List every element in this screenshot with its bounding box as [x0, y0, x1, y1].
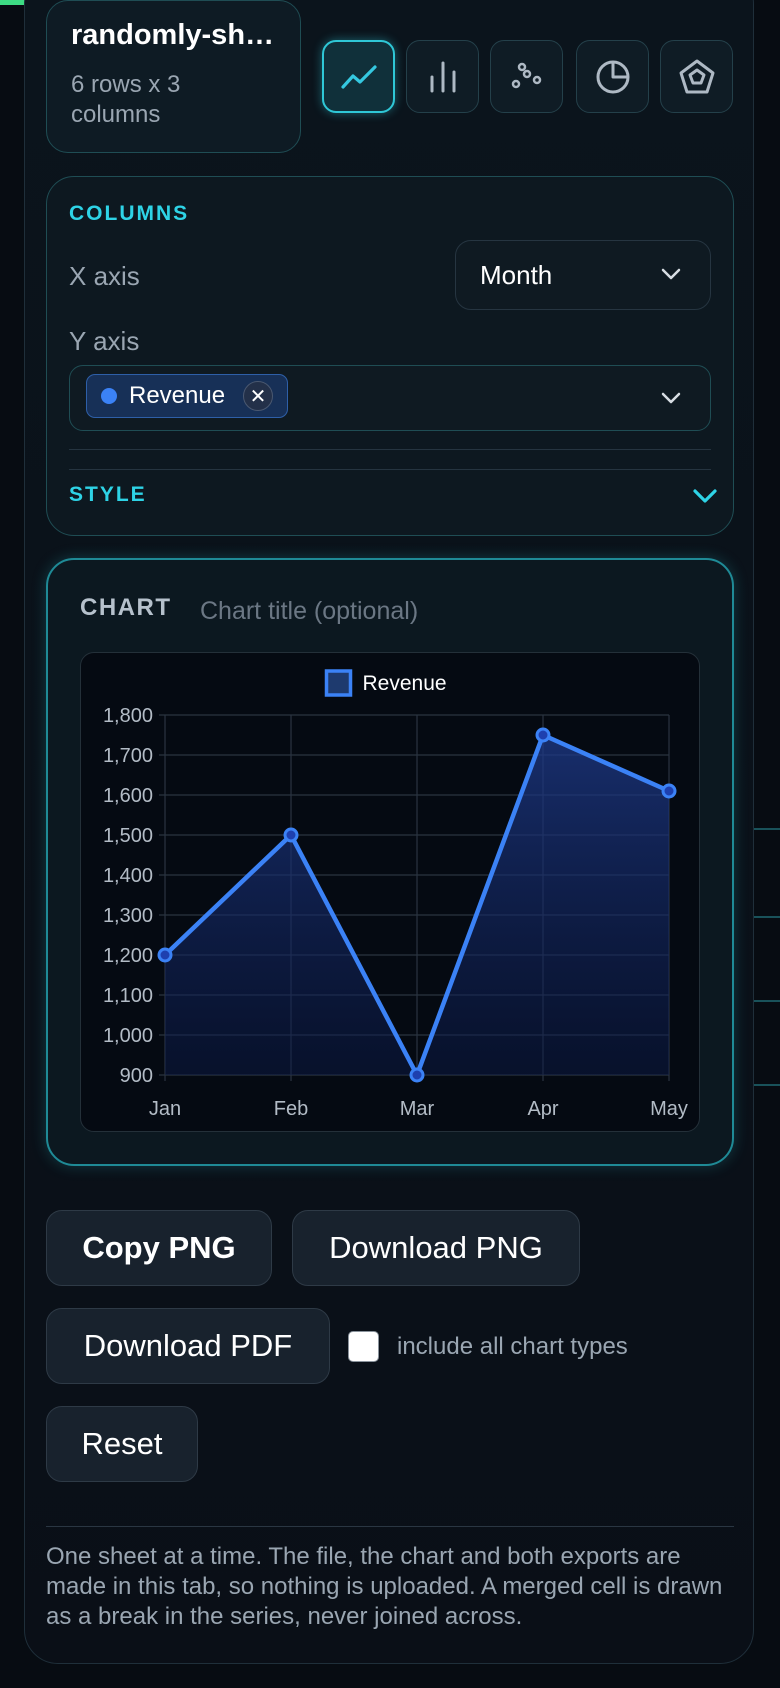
- data-point: [409, 1067, 425, 1083]
- footer-note: One sheet at a time. The file, the chart…: [46, 1543, 723, 1630]
- divider: [69, 469, 711, 470]
- chart-card: CHART 900 1,000 1,100 1,200 1,300 1,400 1,500 1…: [46, 558, 734, 1166]
- y-tick-label: 1,200: [103, 945, 153, 967]
- file-name: randomly-sh…: [71, 19, 275, 51]
- chevron-down-icon[interactable]: [692, 487, 718, 505]
- data-point: [157, 947, 173, 963]
- chevron-down-icon: [661, 268, 681, 280]
- chip-label: Revenue: [129, 382, 226, 409]
- chart-type-bar-button[interactable]: [406, 40, 479, 113]
- x-tick-label: Mar: [400, 1098, 435, 1120]
- bar-chart-icon: [430, 61, 455, 92]
- scatter-chart-icon: [511, 62, 541, 88]
- side-decoration: [752, 916, 780, 918]
- chart-type-pie-button[interactable]: [576, 40, 649, 113]
- columns-section-title: COLUMNS: [69, 202, 190, 225]
- y-axis-multiselect[interactable]: Revenue ✕: [69, 365, 711, 431]
- divider: [69, 449, 711, 450]
- y-tick-label: 1,100: [103, 985, 153, 1007]
- data-point: [535, 727, 551, 743]
- download-pdf-button[interactable]: Download PDF: [46, 1308, 330, 1384]
- side-decoration: [752, 828, 780, 830]
- y-axis-chip-revenue: Revenue ✕: [86, 374, 288, 418]
- file-dimensions: 6 rows x 3 columns: [71, 71, 181, 128]
- data-point: [661, 783, 677, 799]
- pie-chart-icon: [596, 60, 629, 93]
- series-color-dot: [101, 388, 117, 404]
- y-tick-label: 1,700: [103, 745, 153, 767]
- chart-title-input[interactable]: [198, 590, 682, 632]
- x-tick-label: Apr: [527, 1098, 558, 1120]
- chart-type-scatter-button[interactable]: [490, 40, 563, 113]
- include-all-chart-types-checkbox[interactable]: [348, 1331, 379, 1362]
- side-decoration: [752, 1000, 780, 1002]
- y-tick-label: 1,000: [103, 1025, 153, 1047]
- side-decoration: [752, 1084, 780, 1086]
- y-tick-label: 1,500: [103, 825, 153, 847]
- x-axis-selected-value: Month: [480, 259, 553, 290]
- line-chart: 900 1,000 1,100 1,200 1,300 1,400 1,500 1,600 1,…: [103, 669, 688, 1120]
- y-axis-label: Y axis: [69, 326, 140, 356]
- chart-section-label: CHART: [80, 594, 172, 621]
- footer-divider: [46, 1526, 734, 1527]
- y-tick-label: 1,600: [103, 785, 153, 807]
- radar-chart-icon: [679, 59, 714, 93]
- x-tick-label: Feb: [274, 1098, 308, 1120]
- file-card: randomly-sh… 6 rows x 3 columns: [46, 0, 301, 153]
- style-section-toggle[interactable]: STYLE: [69, 483, 147, 507]
- copy-png-button[interactable]: Copy PNG: [46, 1210, 272, 1286]
- chart-plot-area: 900 1,000 1,100 1,200 1,300 1,400 1,500 1,600 1,…: [80, 652, 700, 1132]
- chart-type-line-button[interactable]: [322, 40, 395, 113]
- download-png-button[interactable]: Download PNG: [292, 1210, 580, 1286]
- include-all-chart-types-label: include all chart types: [397, 1333, 628, 1360]
- x-tick-label: May: [650, 1098, 688, 1120]
- legend-swatch: [324, 669, 353, 697]
- y-tick-label: 1,400: [103, 865, 153, 887]
- chevron-down-icon: [661, 392, 681, 404]
- columns-panel: COLUMNS X axis Month Y axis Revenue ✕ ST…: [46, 176, 734, 536]
- reset-button[interactable]: Reset: [46, 1406, 198, 1482]
- x-axis-select[interactable]: Month: [455, 240, 711, 310]
- y-tick-label: 1,800: [103, 705, 153, 727]
- y-tick-label: 900: [120, 1065, 153, 1087]
- y-tick-label: 1,300: [103, 905, 153, 927]
- legend-label: Revenue: [363, 672, 447, 695]
- remove-chip-button[interactable]: ✕: [243, 381, 273, 411]
- data-point: [283, 827, 299, 843]
- line-chart-icon: [340, 64, 377, 89]
- x-axis-label: X axis: [69, 261, 140, 291]
- x-tick-label: Jan: [149, 1098, 181, 1120]
- chart-type-radar-button[interactable]: [660, 40, 733, 113]
